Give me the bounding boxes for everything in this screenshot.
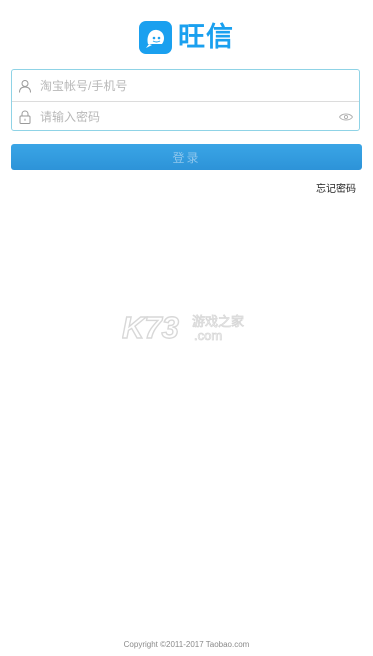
user-icon xyxy=(19,79,31,93)
lock-icon xyxy=(19,110,31,124)
brand-name: 旺信 xyxy=(178,21,234,52)
forgot-password-link[interactable]: 忘记密码 xyxy=(316,180,356,195)
watermark-domain-text: .com xyxy=(194,328,222,343)
password-field-row xyxy=(12,101,359,132)
login-button[interactable]: 登录 xyxy=(11,144,362,170)
login-form xyxy=(11,69,360,131)
account-input[interactable] xyxy=(40,78,320,93)
password-input[interactable] xyxy=(40,110,320,124)
eye-icon[interactable] xyxy=(339,113,353,122)
wangxin-logo-icon xyxy=(139,20,172,54)
account-field-row xyxy=(12,70,359,101)
watermark-main-text: K73 xyxy=(122,310,179,344)
app-logo: 旺信 xyxy=(0,20,373,54)
k73-watermark: K73 游戏之家 .com xyxy=(122,309,244,344)
copyright-text: Copyright ©2011-2017 Taobao.com xyxy=(123,640,250,649)
